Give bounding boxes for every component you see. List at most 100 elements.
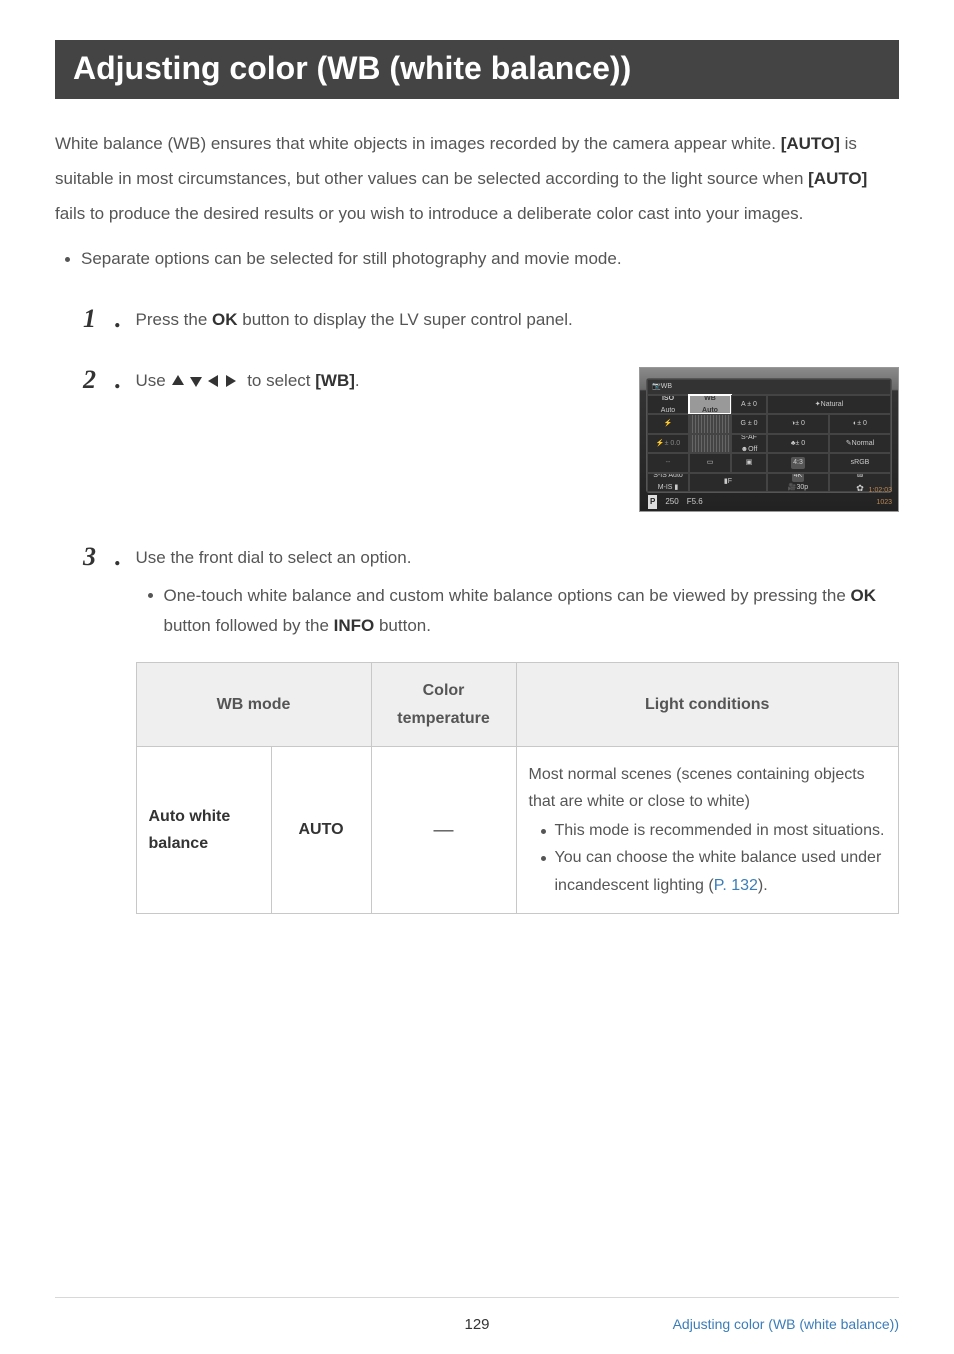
step-1-text-pre: Press the (136, 310, 213, 329)
lv-off-text: Off (748, 446, 757, 453)
step-3-sub-bullet: One-touch white balance and custom white… (148, 581, 900, 641)
cond-b2-post: ). (758, 877, 768, 894)
cond-bullet-2: You can choose the white balance used un… (541, 844, 887, 898)
lv-wb-label: WB (704, 395, 716, 405)
lv-time: 1:02:03 (869, 485, 892, 497)
lv-wb-value: Auto (702, 405, 718, 415)
intro-auto-2: [AUTO] (808, 169, 867, 188)
lv-iso-label: ISO (662, 395, 674, 405)
step-2-pre: Use (136, 371, 171, 390)
lv-bottom-bar: P 250 F5.6 (648, 495, 703, 509)
lv-ar: 4:3 (767, 453, 829, 472)
lv-iso: ISOAuto (647, 395, 689, 414)
lv-saf: S-AF (741, 434, 757, 444)
lv-header: 📷WB (647, 379, 891, 395)
intro-text-1: White balance (WB) ensures that white ob… (55, 134, 781, 153)
lv-natural: ✦Natural (767, 395, 891, 414)
lv-meter: ▣ (731, 453, 767, 472)
lv-srgb: sRGB (829, 453, 891, 472)
page-ref-link[interactable]: P. 132 (714, 877, 758, 894)
lv-30p: 🎥30p (788, 482, 808, 492)
step-2-wb: [WB] (315, 371, 355, 390)
lv-flash-row: ⚡ (647, 414, 689, 433)
th-wb-mode: WB mode (136, 663, 371, 746)
lv-flash-comp: ⚡± 0.0 (647, 434, 689, 453)
lv-30p-text: 30p (797, 484, 809, 491)
lv-iso-value: Auto (661, 405, 675, 415)
lv-lf-text: F (728, 476, 732, 488)
cell-mode-value: AUTO (271, 746, 371, 913)
step-2: 2. Use to select [WB]. 📷WB ISOAuto WBAut… (55, 367, 899, 512)
intro-text-3: fails to produce the desired results or … (55, 204, 803, 223)
table-row: Auto white balance AUTO ― Most normal sc… (136, 746, 899, 913)
dpad-arrows-icon (170, 371, 242, 390)
step-1-text-post: button to display the LV super control p… (238, 310, 573, 329)
lv-grid: 📷WB ISOAuto WBAuto A ± 0 ✦Natural ⚡ G ± … (646, 378, 892, 493)
step-3-text: Use the front dial to select an option. (136, 548, 412, 567)
step-3-sub-info: INFO (334, 616, 375, 635)
lv-s0a-val: ± 0 (795, 418, 805, 430)
lv-crop-icon: ▨ (857, 473, 864, 481)
lv-a0: A ± 0 (731, 395, 767, 414)
th-light-conditions: Light conditions (516, 663, 899, 746)
lv-lf: ▮F (689, 473, 767, 492)
lv-bottom-right: 1:02:03 1023 (869, 485, 892, 509)
th-temp: temperature (384, 705, 504, 732)
lv-k0: ♣± 0 (767, 434, 829, 453)
step-3-dot: . (115, 544, 122, 570)
step-2-text: Use to select [WB]. (136, 367, 620, 396)
step-2-number: 2 (83, 367, 109, 393)
step-2-body: Use to select [WB]. 📷WB ISOAuto WBAuto A… (136, 367, 900, 512)
lv-header-wb: WB (661, 381, 672, 393)
wb-table: WB mode Colortemperature Light condition… (136, 662, 900, 913)
step-3-sub-ok: OK (851, 586, 877, 605)
lv-off: ☻Off (741, 444, 758, 454)
page-footer: 129 Adjusting color (WB (white balance)) (55, 1297, 899, 1316)
lv-mis: M-IS ▮ (658, 482, 679, 492)
lv-sis-mis: S-IS AutoM-IS ▮ (647, 473, 689, 492)
th-color: Color (384, 677, 504, 704)
lv-s0b: ◐± 0 (829, 414, 891, 433)
step-2-post: . (355, 371, 360, 390)
step-3-sub-post: button. (374, 616, 431, 635)
step-2-dot: . (115, 367, 122, 393)
lv-mode-p: P (648, 495, 657, 509)
lv-g0: G ± 0 (731, 414, 767, 433)
step-3-sub-pre: One-touch white balance and custom white… (164, 586, 851, 605)
step-1-ok: OK (212, 310, 238, 329)
lv-gear-icon: ✿ (856, 481, 864, 492)
step-1-body: Press the OK button to display the LV su… (136, 306, 900, 335)
cell-mode-name: Auto white balance (136, 746, 271, 913)
footer-breadcrumb[interactable]: Adjusting color (WB (white balance)) (673, 1316, 899, 1332)
lv-4k: 4K (792, 473, 805, 483)
intro-paragraph: White balance (WB) ensures that white ob… (55, 127, 899, 232)
lv-wb-selected: WBAuto (689, 395, 731, 414)
lv-blank-b: -- (647, 453, 689, 472)
step-1-number: 1 (83, 306, 109, 332)
page-number: 129 (464, 1316, 489, 1333)
lv-s0a: ◑± 0 (767, 414, 829, 433)
lv-super-control-panel: 📷WB ISOAuto WBAuto A ± 0 ✦Natural ⚡ G ± … (639, 367, 899, 512)
lv-flash-val: ± 0.0 (665, 438, 681, 450)
lv-natural-text: Natural (821, 399, 844, 411)
step-3-body: Use the front dial to select an option. … (136, 544, 900, 914)
cell-conditions: Most normal scenes (scenes containing ob… (516, 746, 899, 913)
step-1-dot: . (115, 306, 122, 332)
lv-shutter: 250 (665, 495, 678, 509)
lv-single: ▭ (689, 453, 731, 472)
lv-blank-a (689, 434, 731, 453)
step-1: 1. Press the OK button to display the LV… (55, 306, 899, 335)
lv-fnum: F5.6 (687, 495, 703, 509)
step-2-mid: to select (242, 371, 315, 390)
lv-histogram (689, 414, 731, 433)
lv-shots: 1023 (869, 497, 892, 509)
page-title-block: Adjusting color (WB (white balance)) (55, 40, 899, 99)
step-3-sublist: One-touch white balance and custom white… (136, 581, 900, 641)
lv-mis-text: M-IS (658, 484, 673, 491)
lv-sis: S-IS Auto (653, 473, 683, 483)
intro-auto-1: [AUTO] (781, 134, 840, 153)
lv-normal: ✎Normal (829, 434, 891, 453)
lv-normal-text: Normal (852, 438, 875, 450)
note-list: Separate options can be selected for sti… (55, 244, 899, 275)
lv-k0-val: ± 0 (795, 438, 805, 450)
